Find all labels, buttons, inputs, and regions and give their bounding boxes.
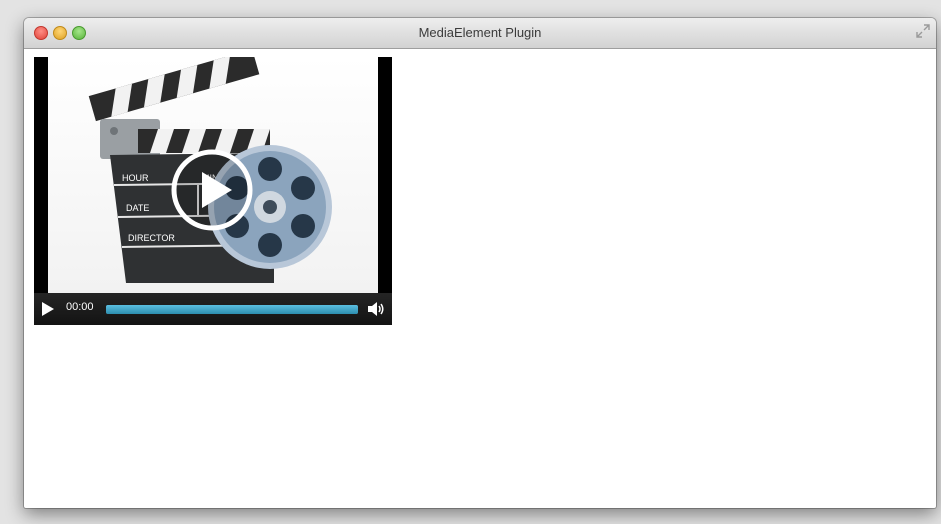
svg-text:DIRECTOR: DIRECTOR	[128, 233, 175, 243]
svg-text:HOUR: HOUR	[122, 173, 149, 183]
app-window: MediaElement Plugin HOUR DATE DIRECTOR 0…	[24, 18, 936, 508]
progress-rail[interactable]	[106, 305, 358, 314]
window-title: MediaElement Plugin	[418, 25, 542, 40]
fullscreen-icon[interactable]	[916, 24, 930, 38]
svg-text:DATE: DATE	[126, 203, 149, 213]
current-time: 00:00	[66, 301, 94, 313]
big-play-icon[interactable]	[170, 148, 254, 232]
progress-loaded	[106, 305, 358, 314]
video-player[interactable]: HOUR MINUTE SEC DATE DIRECTOR	[34, 57, 392, 325]
player-controls: 00:00	[34, 293, 392, 325]
title-bar[interactable]: MediaElement Plugin	[24, 18, 936, 49]
play-icon[interactable]	[42, 302, 54, 316]
volume-icon[interactable]	[368, 301, 386, 317]
